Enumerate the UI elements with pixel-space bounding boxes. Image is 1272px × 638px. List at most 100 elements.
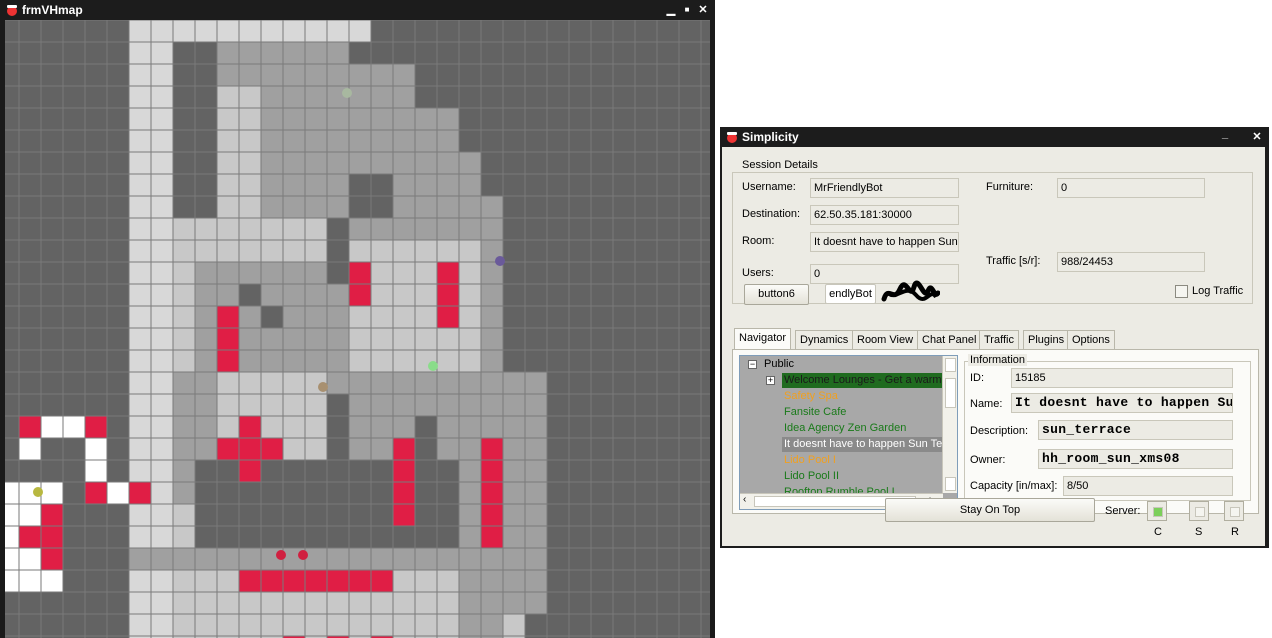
map-tile[interactable] [194,261,218,285]
bot-button[interactable]: endlyBot [825,284,876,304]
map-tile[interactable] [546,613,570,637]
map-tile[interactable] [238,569,262,593]
map-tile[interactable] [40,371,64,395]
map-tile[interactable] [678,283,702,307]
map-tile[interactable] [150,151,174,175]
map-tile[interactable] [5,173,20,197]
map-tile[interactable] [656,129,680,153]
map-tile[interactable] [568,63,592,87]
map-tile[interactable] [260,525,284,549]
map-tile[interactable] [392,107,416,131]
map-tile[interactable] [612,107,636,131]
map-tile[interactable] [370,85,394,109]
map-tile[interactable] [84,437,108,461]
map-tile[interactable] [458,371,482,395]
map-tile[interactable] [304,327,328,351]
map-tile[interactable] [150,217,174,241]
map-tile[interactable] [480,481,504,505]
tree-item[interactable]: Safety Spa [782,389,840,404]
simplicity-titlebar[interactable]: Simplicity _ ✕ [720,127,1269,147]
map-tile[interactable] [18,217,42,241]
map-tile[interactable] [84,305,108,329]
map-tile[interactable] [546,239,570,263]
map-tile[interactable] [656,173,680,197]
map-tile[interactable] [568,151,592,175]
map-tile[interactable] [678,525,702,549]
map-tile[interactable] [612,41,636,65]
map-tile[interactable] [326,547,350,571]
map-tile[interactable] [216,437,240,461]
map-tile[interactable] [634,305,658,329]
map-tile[interactable] [18,63,42,87]
map-tile[interactable] [656,437,680,461]
map-tile[interactable] [700,20,710,43]
map-tile[interactable] [370,349,394,373]
map-tile[interactable] [656,525,680,549]
map-tile[interactable] [370,437,394,461]
map-tile[interactable] [238,393,262,417]
map-tile[interactable] [348,305,372,329]
map-tile[interactable] [84,569,108,593]
map-tile[interactable] [436,217,460,241]
map-tile[interactable] [502,547,526,571]
map-tile[interactable] [634,547,658,571]
map-tile[interactable] [194,415,218,439]
map-tile[interactable] [62,283,86,307]
map-tile[interactable] [5,437,20,461]
map-tile[interactable] [62,393,86,417]
map-tile[interactable] [106,525,130,549]
tree-root-public[interactable]: Public [762,357,796,372]
map-tile[interactable] [260,129,284,153]
map-tile[interactable] [480,63,504,87]
map-tile[interactable] [216,327,240,351]
map-tile[interactable] [678,217,702,241]
room-map-grid[interactable] [5,20,710,638]
map-tile[interactable] [194,217,218,241]
map-tile[interactable] [84,371,108,395]
map-tile[interactable] [656,107,680,131]
map-tile[interactable] [678,503,702,527]
map-tile[interactable] [546,305,570,329]
map-tile[interactable] [590,173,614,197]
map-tile[interactable] [18,371,42,395]
map-tile[interactable] [260,20,284,43]
map-tile[interactable] [260,195,284,219]
map-tile[interactable] [106,393,130,417]
map-tile[interactable] [326,41,350,65]
map-tile[interactable] [392,173,416,197]
minimize-button[interactable]: _ [1217,124,1233,144]
map-tile[interactable] [194,613,218,637]
map-tile[interactable] [590,85,614,109]
map-tile[interactable] [194,327,218,351]
map-tile[interactable] [392,85,416,109]
map-tile[interactable] [502,437,526,461]
map-tile[interactable] [370,613,394,637]
map-tile[interactable] [238,591,262,615]
map-tile[interactable] [590,217,614,241]
map-tile[interactable] [370,525,394,549]
map-tile[interactable] [348,349,372,373]
map-tile[interactable] [700,613,710,637]
map-tile[interactable] [392,349,416,373]
map-tile[interactable] [370,371,394,395]
map-tile[interactable] [260,503,284,527]
map-tile[interactable] [480,327,504,351]
tab-options[interactable]: Options [1067,330,1115,349]
map-tile[interactable] [480,349,504,373]
map-tile[interactable] [216,349,240,373]
map-tile[interactable] [414,569,438,593]
map-tile[interactable] [84,459,108,483]
map-tile[interactable] [458,20,482,43]
map-tile[interactable] [238,239,262,263]
map-tile[interactable] [18,613,42,637]
map-tile[interactable] [62,525,86,549]
map-tile[interactable] [436,129,460,153]
map-tile[interactable] [392,129,416,153]
map-tile[interactable] [370,41,394,65]
map-tile[interactable] [326,569,350,593]
map-tile[interactable] [150,459,174,483]
map-tile[interactable] [502,283,526,307]
map-tile[interactable] [480,195,504,219]
map-tile[interactable] [700,195,710,219]
map-tile[interactable] [348,173,372,197]
